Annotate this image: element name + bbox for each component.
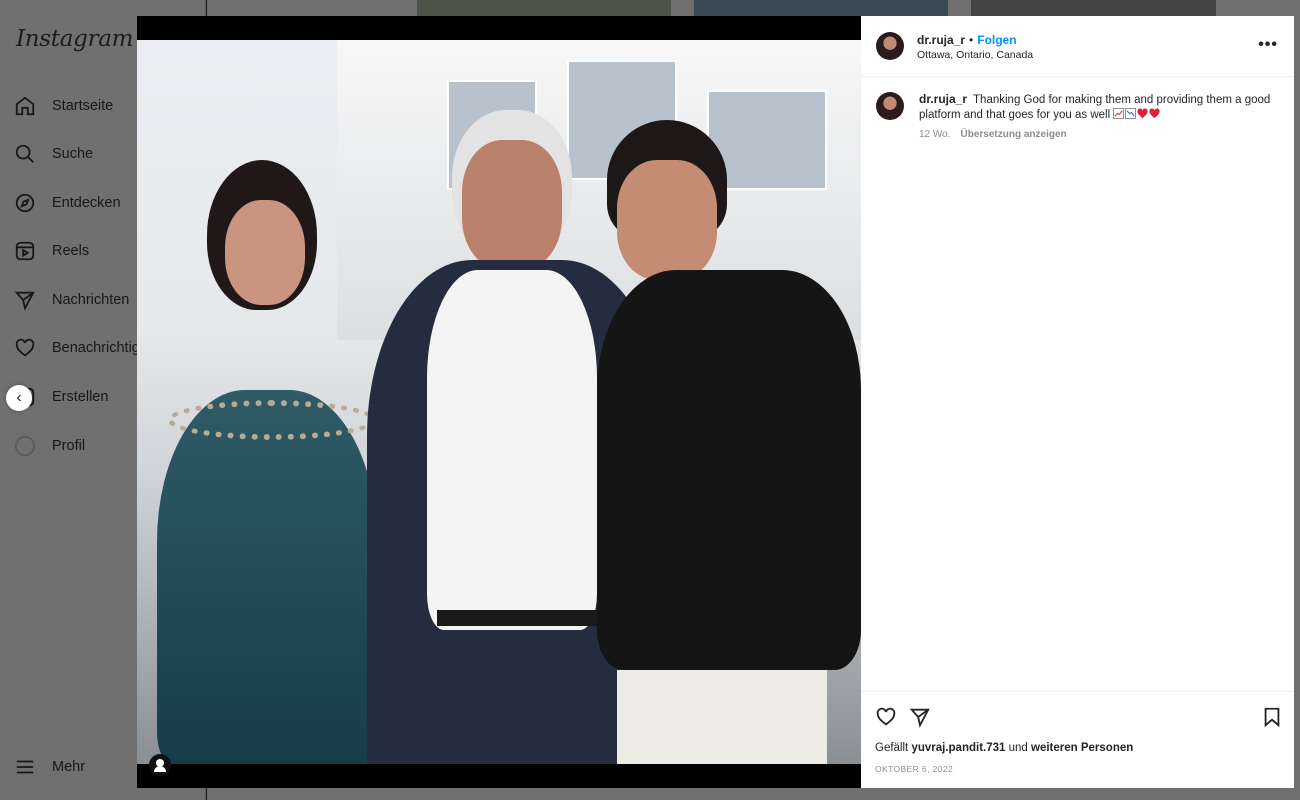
- post-caption: dr.ruja_r Thanking God for making them a…: [919, 92, 1279, 123]
- sidebar-item-label: Nachrichten: [52, 292, 130, 308]
- black-shirt: [597, 270, 861, 670]
- feed-thumbnail: [971, 0, 1216, 16]
- author-line: dr.ruja_r • Folgen: [917, 31, 1017, 49]
- belt: [437, 610, 597, 626]
- shirt: [427, 270, 597, 630]
- feed-thumbnail: [694, 0, 948, 16]
- sidebar-item-label: Suche: [52, 146, 94, 162]
- red-heart-emoji: [1137, 108, 1148, 119]
- time-ago: 12 Wo.: [919, 129, 951, 140]
- sidebar-item-label: Erstellen: [52, 389, 109, 405]
- dress-embellishment: [167, 400, 377, 440]
- chevron-left-icon: ‹: [16, 389, 22, 406]
- post-date: OKTOBER 6, 2022: [875, 764, 954, 774]
- sidebar-item-messages[interactable]: Nachrichten: [12, 280, 129, 320]
- share-send-icon[interactable]: [909, 706, 933, 730]
- search-icon: [12, 141, 38, 167]
- author-username[interactable]: dr.ruja_r: [917, 33, 965, 47]
- sidebar-item-label: Entdecken: [52, 195, 121, 211]
- post-photo: [137, 40, 861, 764]
- chart-decreasing-emoji: [1125, 108, 1137, 119]
- translate-link[interactable]: Übersetzung anzeigen: [961, 129, 1067, 140]
- red-heart-emoji: [1149, 108, 1160, 119]
- caption-avatar[interactable]: [876, 92, 904, 120]
- post-actions: Gefällt yuvraj.pandit.731 und weiteren P…: [861, 691, 1294, 788]
- tagged-users-icon[interactable]: [149, 754, 171, 776]
- send-icon: [12, 287, 38, 313]
- instagram-logo[interactable]: Instagram: [16, 26, 134, 52]
- reels-icon: [12, 238, 38, 264]
- author-avatar[interactable]: [876, 32, 904, 60]
- bookmark-icon[interactable]: [1261, 706, 1285, 730]
- sidebar-item-label: Profil: [52, 438, 86, 454]
- more-options-icon[interactable]: •••: [1258, 36, 1278, 54]
- follow-button[interactable]: Folgen: [977, 33, 1016, 47]
- post-header: dr.ruja_r • Folgen Ottawa, Ontario, Canada…: [861, 16, 1294, 77]
- compass-icon: [12, 190, 38, 216]
- person-left: [137, 160, 387, 764]
- likes-middle: und: [1008, 742, 1028, 754]
- sidebar-item-profile[interactable]: Profil: [12, 426, 85, 466]
- liked-by-user[interactable]: yuvraj.pandit.731: [911, 742, 1005, 754]
- caption-text: Thanking God for making them and providi…: [919, 94, 1271, 121]
- face: [617, 160, 717, 280]
- sidebar-item-search[interactable]: Suche: [12, 134, 93, 174]
- caption-username[interactable]: dr.ruja_r: [919, 92, 967, 106]
- face: [462, 140, 562, 270]
- sidebar-item-label: Startseite: [52, 98, 114, 114]
- post-details-panel: dr.ruja_r • Folgen Ottawa, Ontario, Canada…: [861, 16, 1294, 788]
- post-media[interactable]: [137, 16, 861, 788]
- home-icon: [12, 93, 38, 119]
- white-trousers: [617, 670, 827, 764]
- chart-increasing-emoji: [1113, 108, 1125, 119]
- post-location[interactable]: Ottawa, Ontario, Canada: [917, 49, 1033, 61]
- likes-prefix: Gefällt: [875, 742, 909, 754]
- likes-summary: Gefällt yuvraj.pandit.731 und weiteren P…: [875, 742, 1133, 754]
- sidebar-item-reels[interactable]: Reels: [12, 231, 89, 271]
- dress: [157, 390, 377, 764]
- profile-avatar-icon: [12, 433, 38, 459]
- person-right: [577, 120, 861, 764]
- separator-dot: •: [969, 33, 974, 47]
- hamburger-menu-icon: [12, 754, 38, 780]
- face: [225, 200, 305, 305]
- sidebar-item-home[interactable]: Startseite: [12, 86, 113, 126]
- sidebar-item-more[interactable]: Mehr: [12, 747, 85, 787]
- likes-others-link[interactable]: weiteren Personen: [1031, 742, 1133, 754]
- sidebar-item-label: Reels: [52, 243, 90, 259]
- sidebar-item-explore[interactable]: Entdecken: [12, 183, 121, 223]
- caption-meta: 12 Wo. Übersetzung anzeigen: [919, 129, 1067, 140]
- heart-icon: [12, 335, 38, 361]
- like-heart-icon[interactable]: [875, 706, 899, 730]
- sidebar-item-label: Mehr: [52, 759, 86, 775]
- previous-post-button[interactable]: ‹: [6, 385, 32, 411]
- feed-thumbnail: [417, 0, 671, 16]
